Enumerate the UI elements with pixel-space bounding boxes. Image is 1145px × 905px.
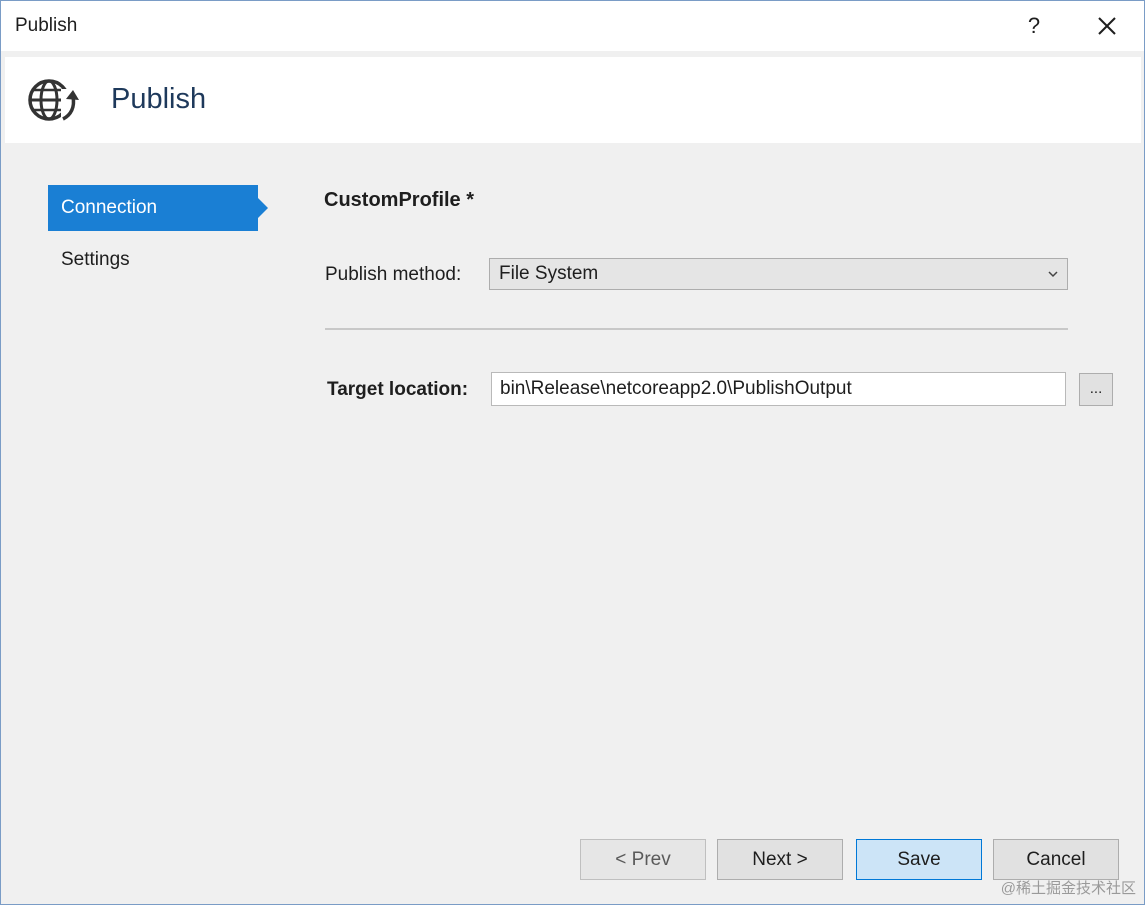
browse-button[interactable]: ... xyxy=(1079,373,1113,406)
prev-button[interactable]: < Prev xyxy=(580,839,706,880)
cancel-button[interactable]: Cancel xyxy=(993,839,1119,880)
window-title: Publish xyxy=(15,15,78,36)
save-button[interactable]: Save xyxy=(856,839,982,880)
publish-method-value: File System xyxy=(499,263,599,284)
publish-method-select[interactable]: File System xyxy=(489,258,1068,290)
publish-method-label: Publish method: xyxy=(325,264,462,285)
target-location-label: Target location: xyxy=(327,379,469,400)
header-banner: Publish xyxy=(5,57,1141,143)
chevron-down-icon xyxy=(1048,271,1058,278)
close-button[interactable] xyxy=(1091,11,1123,41)
sidebar-item-settings[interactable]: Settings xyxy=(48,237,258,283)
next-button[interactable]: Next > xyxy=(717,839,843,880)
header-title: Publish xyxy=(111,83,207,115)
target-location-input[interactable] xyxy=(491,372,1066,406)
help-button[interactable]: ? xyxy=(1021,11,1047,41)
section-divider xyxy=(325,328,1068,330)
sidebar-item-connection[interactable]: Connection xyxy=(48,185,268,231)
publish-dialog: Publish ? Publish Connection Settings Cu… xyxy=(0,0,1145,905)
watermark: @稀土掘金技术社区 xyxy=(1000,880,1136,897)
profile-name: CustomProfile * xyxy=(324,189,475,211)
globe-upload-icon xyxy=(28,79,81,125)
title-bar: Publish ? xyxy=(1,1,1144,51)
close-icon xyxy=(1098,17,1116,35)
